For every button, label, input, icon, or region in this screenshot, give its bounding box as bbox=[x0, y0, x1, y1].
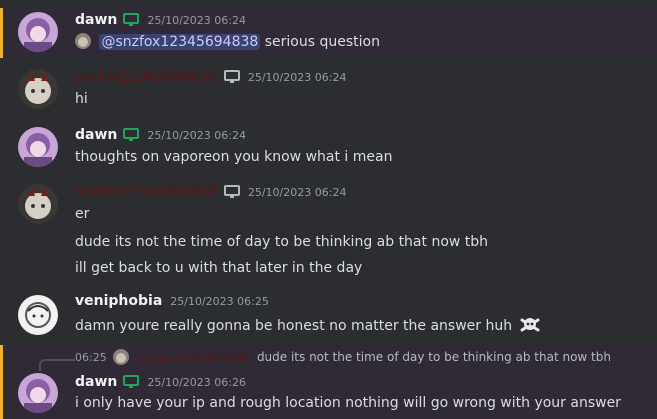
avatar-dawn[interactable] bbox=[18, 127, 58, 167]
monitor-icon bbox=[223, 185, 240, 199]
avatar-dawn[interactable] bbox=[18, 373, 58, 413]
username[interactable]: dawn bbox=[75, 127, 117, 143]
avatar-snzfox[interactable] bbox=[18, 184, 58, 224]
username[interactable]: dawn bbox=[75, 12, 117, 28]
reply-text: dude its not the time of day to be think… bbox=[256, 350, 611, 364]
timestamp: 25/10/2023 06:24 bbox=[247, 185, 347, 199]
monitor-icon bbox=[123, 375, 140, 389]
message-text: serious question bbox=[264, 34, 380, 50]
timestamp: 25/10/2023 06:26 bbox=[147, 375, 246, 389]
message-text: i only have your ip and rough location n… bbox=[75, 395, 621, 411]
skull-crossbones-icon bbox=[519, 315, 541, 339]
message-text: dude its not the time of day to be think… bbox=[75, 234, 489, 250]
username[interactable]: dawn bbox=[75, 374, 117, 390]
message[interactable]: veniphobia 25/10/2023 06:25 damn youre r… bbox=[0, 291, 657, 341]
user-mention[interactable]: @snzfox12345694838 bbox=[99, 34, 261, 50]
reply-time: 06:25 bbox=[75, 350, 107, 364]
monitor-icon bbox=[223, 70, 240, 84]
message-text: thoughts on vaporeon you know what i mea… bbox=[75, 149, 393, 165]
message-reply[interactable]: 06:25 snzfox12345694838 dude its not the… bbox=[0, 345, 657, 419]
avatar-dawn[interactable] bbox=[18, 12, 58, 52]
timestamp: 25/10/2023 06:24 bbox=[147, 13, 246, 27]
username[interactable]: snzfox12345694838 bbox=[75, 184, 218, 200]
reply-username[interactable]: snzfox12345694838 bbox=[137, 351, 249, 364]
avatar-snzfox[interactable] bbox=[18, 69, 58, 109]
reply-preview[interactable]: 06:25 snzfox12345694838 dude its not the… bbox=[75, 349, 611, 365]
message-mention[interactable]: dawn 25/10/2023 06:24 @snzfox12345694838… bbox=[0, 8, 657, 58]
monitor-icon bbox=[123, 128, 140, 142]
avatar-mini bbox=[112, 349, 129, 365]
monitor-icon bbox=[123, 13, 140, 27]
avatar-veniphobia[interactable] bbox=[18, 295, 58, 335]
username[interactable]: veniphobia bbox=[75, 293, 162, 309]
message[interactable]: dawn 25/10/2023 06:24 thoughts on vapore… bbox=[0, 123, 657, 168]
message-text: hi bbox=[75, 91, 88, 107]
message-text: ill get back to u with that later in the… bbox=[75, 260, 363, 276]
username[interactable]: snzfox12345694838 bbox=[75, 69, 218, 85]
timestamp: 25/10/2023 06:24 bbox=[247, 70, 347, 84]
timestamp: 25/10/2023 06:24 bbox=[147, 128, 246, 142]
timestamp: 25/10/2023 06:25 bbox=[170, 294, 269, 308]
message[interactable]: snzfox12345694838 25/10/2023 06:24 hi bbox=[0, 65, 657, 110]
avatar-mini bbox=[75, 33, 91, 49]
chat-log: dawn 25/10/2023 06:24 @snzfox12345694838… bbox=[0, 0, 657, 419]
message-text: damn youre really gonna be honest no mat… bbox=[75, 318, 513, 334]
reply-connector bbox=[39, 359, 75, 371]
message[interactable]: snzfox12345694838 25/10/2023 06:24 er du… bbox=[0, 180, 657, 280]
message-text: er bbox=[75, 206, 90, 222]
